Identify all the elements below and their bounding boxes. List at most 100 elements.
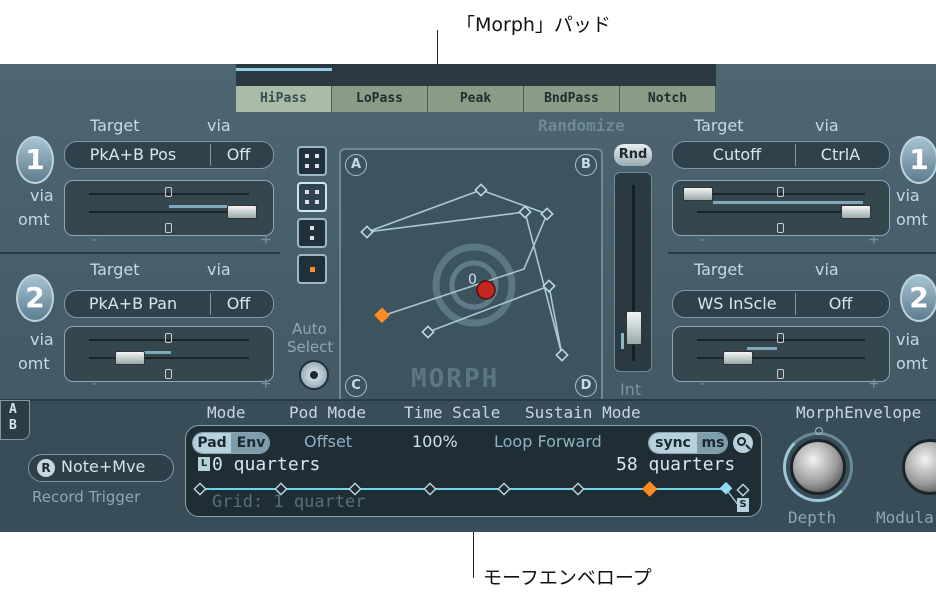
depth-knob-indicator bbox=[815, 427, 823, 435]
randomize-label: Randomize bbox=[538, 116, 625, 135]
target-value: PkA+B Pan bbox=[88, 294, 178, 313]
auto-select-button[interactable] bbox=[299, 360, 329, 390]
active-tab-indicator bbox=[236, 68, 332, 71]
minus-label: - bbox=[700, 376, 706, 392]
amount-slider-track[interactable] bbox=[89, 211, 249, 213]
mod-number-badge: 1 bbox=[900, 136, 936, 184]
pod-button-1[interactable] bbox=[297, 146, 327, 176]
ab-toggle[interactable]: A B bbox=[0, 400, 30, 440]
depth-label: Depth bbox=[788, 508, 837, 527]
playhead-marker bbox=[719, 481, 733, 495]
randomize-slider-handle[interactable] bbox=[626, 311, 642, 345]
pod-button-2[interactable] bbox=[297, 182, 327, 212]
filter-tab-row: HiPass LoPass Peak BndPass Notch bbox=[236, 64, 716, 112]
randomize-slider[interactable] bbox=[614, 172, 652, 372]
via-value[interactable]: Off bbox=[795, 293, 885, 315]
target-header: Target bbox=[90, 260, 140, 279]
target-value: WS InScle bbox=[697, 294, 777, 313]
morph-path bbox=[366, 189, 563, 356]
mod-number-badge: 2 bbox=[16, 274, 54, 322]
record-badge: R bbox=[37, 459, 55, 477]
rnd-button[interactable]: Rnd bbox=[614, 144, 652, 166]
amount-side-label: omt bbox=[896, 210, 928, 229]
via-slider-marker[interactable] bbox=[165, 187, 172, 197]
tab-lopass[interactable]: LoPass bbox=[332, 86, 428, 112]
mod-number-badge: 1 bbox=[16, 136, 54, 184]
amount-side-label: omt bbox=[18, 210, 50, 229]
pod-button-4[interactable] bbox=[297, 254, 327, 284]
tab-notch[interactable]: Notch bbox=[620, 86, 716, 112]
morph-label: MORPH bbox=[411, 364, 500, 394]
mode-label: Mode bbox=[207, 403, 246, 422]
morph-envelope-callout: モーフエンベロープ bbox=[483, 567, 652, 589]
int-label: Int bbox=[620, 380, 642, 399]
pod-button-3[interactable] bbox=[297, 218, 327, 248]
minus-label: - bbox=[700, 232, 706, 248]
minus-label: - bbox=[92, 232, 98, 248]
via-slider-marker[interactable] bbox=[165, 333, 172, 343]
amount-slider-marker[interactable] bbox=[165, 223, 172, 233]
mod-slider-box bbox=[672, 180, 890, 236]
via-slider-marker[interactable] bbox=[777, 187, 784, 197]
ab-toggle-b: B bbox=[9, 418, 17, 433]
minus-label: - bbox=[92, 376, 98, 392]
via-slider-handle[interactable] bbox=[683, 187, 713, 201]
via-side-label: via bbox=[896, 330, 920, 349]
morph-pad-callout: 「Morph」パッド bbox=[456, 14, 611, 36]
via-side-label: via bbox=[896, 186, 920, 205]
mod-slider-box bbox=[64, 180, 274, 236]
amount-side-label: omt bbox=[896, 354, 928, 373]
amount-range bbox=[747, 347, 777, 350]
via-value[interactable]: Off bbox=[210, 144, 266, 166]
target-dropdown[interactable]: PkA+B Pos Off bbox=[64, 141, 274, 169]
amount-side-label: omt bbox=[18, 354, 50, 373]
divider bbox=[668, 252, 936, 254]
auto-label: Auto bbox=[292, 320, 327, 338]
mod-slider-box bbox=[672, 326, 890, 382]
via-value[interactable]: CtrlA bbox=[795, 144, 885, 166]
amount-slider-handle[interactable] bbox=[227, 205, 257, 219]
amount-slider-marker[interactable] bbox=[777, 223, 784, 233]
via-header: via bbox=[815, 260, 839, 279]
via-side-label: via bbox=[30, 330, 54, 349]
via-header: via bbox=[207, 116, 231, 135]
amount-range bbox=[713, 201, 863, 204]
target-dropdown[interactable]: WS InScle Off bbox=[672, 290, 890, 318]
tab-hipass[interactable]: HiPass bbox=[236, 86, 332, 112]
amount-slider-marker[interactable] bbox=[165, 369, 172, 379]
via-header: via bbox=[207, 260, 231, 279]
current-point-orange bbox=[374, 307, 390, 324]
depth-knob[interactable] bbox=[790, 439, 846, 495]
tab-peak[interactable]: Peak bbox=[428, 86, 524, 112]
plus-label: + bbox=[260, 376, 272, 392]
record-trigger-button[interactable]: R Note+Mve bbox=[28, 454, 174, 482]
divider bbox=[0, 252, 280, 254]
plus-label: + bbox=[868, 376, 880, 392]
plus-label: + bbox=[260, 232, 272, 248]
target-value: PkA+B Pos bbox=[89, 145, 177, 164]
morph-pad[interactable]: A B C D 0 MORPH bbox=[339, 148, 603, 403]
via-slider-marker[interactable] bbox=[777, 333, 784, 343]
mod-number-badge: 2 bbox=[900, 274, 936, 322]
morph-envelope-label: MorphEnvelope bbox=[796, 403, 922, 422]
select-label: Select bbox=[287, 338, 334, 356]
amount-slider-track[interactable] bbox=[89, 357, 249, 359]
amount-slider-handle[interactable] bbox=[115, 351, 145, 365]
amount-slider-track[interactable] bbox=[697, 211, 865, 213]
grid-value: Grid: 1 quarter bbox=[212, 492, 366, 512]
sustain-marker-s[interactable]: S bbox=[737, 498, 749, 512]
via-value[interactable]: Off bbox=[210, 293, 266, 315]
amount-slider-handle[interactable] bbox=[841, 205, 871, 219]
target-dropdown[interactable]: PkA+B Pan Off bbox=[64, 290, 274, 318]
target-value: Cutoff bbox=[712, 145, 762, 164]
tab-bndpass[interactable]: BndPass bbox=[524, 86, 620, 112]
target-dropdown[interactable]: Cutoff CtrlA bbox=[672, 141, 890, 169]
record-trigger-value: Note+Mve bbox=[61, 457, 146, 476]
amount-slider-handle[interactable] bbox=[723, 351, 753, 365]
modulation-label: Modula bbox=[876, 508, 934, 527]
pod-mode-label: Pod Mode bbox=[289, 403, 367, 422]
amount-slider-marker[interactable] bbox=[777, 369, 784, 379]
morph-envelope-display[interactable]: Pad Env Offset 100% Loop Forward sync ms… bbox=[185, 425, 762, 517]
target-header: Target bbox=[694, 260, 744, 279]
sustain-mode-label: Sustain Mode bbox=[525, 403, 641, 422]
